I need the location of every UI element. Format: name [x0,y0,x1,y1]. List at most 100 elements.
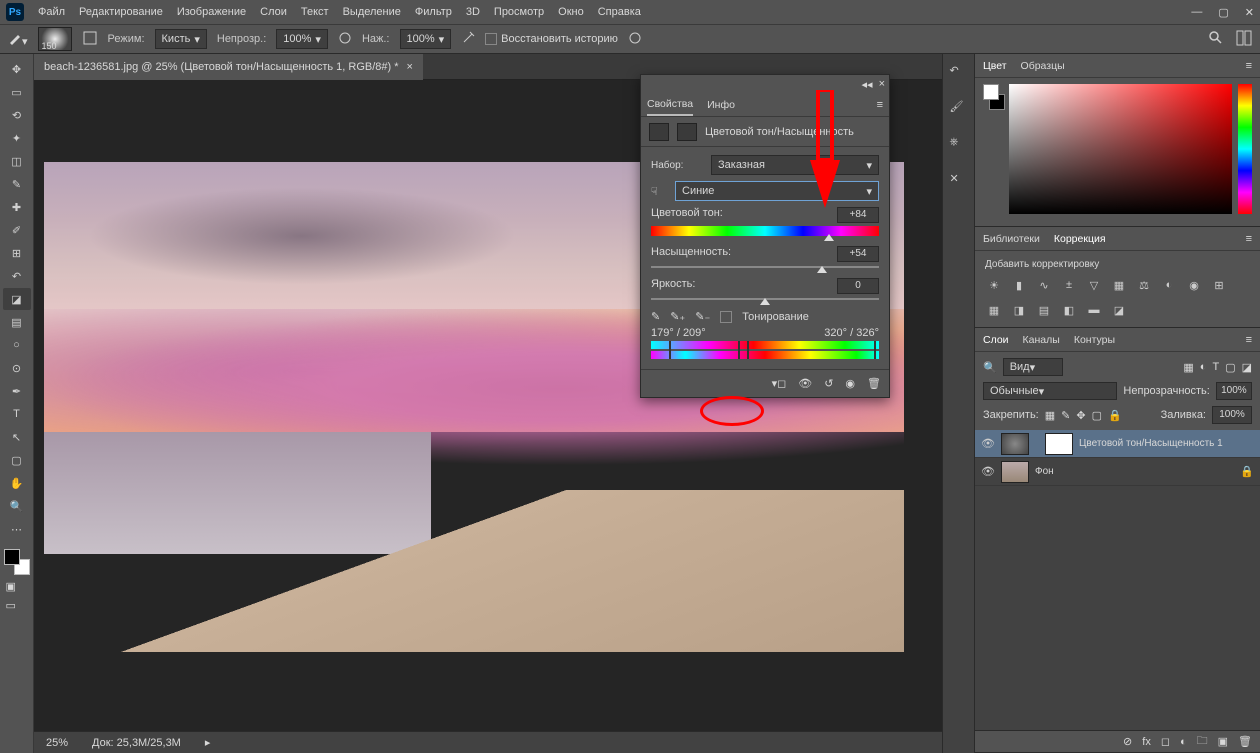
layer-opacity-field[interactable]: 100% [1216,382,1252,400]
filter-kind-select[interactable]: Вид ▾ [1003,358,1063,376]
sat-value[interactable]: +54 [837,246,879,262]
layer-name[interactable]: Цветовой тон/Насыщенность 1 [1079,438,1223,449]
exposure-icon[interactable]: ± [1060,276,1078,294]
color-field[interactable] [1009,84,1232,214]
tab-layers[interactable]: Слои [983,330,1009,350]
type-tool[interactable]: T [3,403,31,425]
blend-mode-select[interactable]: Обычные ▾ [983,382,1117,400]
panel-menu-icon[interactable]: ≡ [877,99,883,111]
clip-to-layer-icon[interactable]: ▾◻ [772,377,787,390]
foreground-background-colors[interactable] [4,549,30,575]
tab-paths[interactable]: Контуры [1074,330,1115,350]
lock-pixels-icon[interactable]: ✎ [1061,409,1070,422]
pen-tool[interactable]: ✒ [3,380,31,402]
search-icon[interactable] [1208,30,1224,49]
flow-field[interactable]: 100%▾ [400,29,452,49]
move-tool[interactable]: ✥ [3,58,31,80]
panel-menu-icon[interactable]: ≡ [1246,60,1252,72]
eyedropper-icon[interactable]: ✎ [651,310,660,323]
vibrance-icon[interactable]: ▽ [1085,276,1103,294]
screenmode-icon[interactable]: ▭ [6,599,28,613]
posterize-icon[interactable]: ▤ [1035,301,1053,319]
airbrush-icon[interactable] [461,31,475,48]
photo-filter-icon[interactable]: ◉ [1185,276,1203,294]
lock-artboard-icon[interactable]: ▢ [1092,409,1102,422]
pressure-opacity-icon[interactable] [338,31,352,48]
eyedropper-sub-icon[interactable]: ✎₋ [695,310,710,323]
menu-help[interactable]: Справка [598,6,641,18]
channel-mixer-icon[interactable]: ⊞ [1210,276,1228,294]
filter-kind-icon[interactable]: 🔍 [983,361,997,374]
eyedropper-add-icon[interactable]: ✎₊ [670,310,685,323]
tool-preset-icon[interactable]: ▾ [8,31,28,48]
threshold-icon[interactable]: ◧ [1060,301,1078,319]
brush-tool[interactable]: ✐ [3,219,31,241]
tab-channels[interactable]: Каналы [1023,330,1060,350]
lock-position-icon[interactable]: ✥ [1076,409,1085,422]
history-brush-tool[interactable]: ↶ [3,265,31,287]
tab-swatches[interactable]: Образцы [1021,56,1065,76]
tab-libraries[interactable]: Библиотеки [983,229,1040,249]
docsize-readout[interactable]: Док: 25,3M/25,3M [92,737,181,749]
layer-effects-icon[interactable]: fx [1142,736,1151,748]
targeted-adjust-icon[interactable]: ☟ [651,185,669,198]
brushes-panel-icon[interactable]: 🖌 [950,100,968,118]
reset-icon[interactable]: ↺ [824,377,833,390]
preset-select[interactable]: Заказная▾ [711,155,879,175]
menu-file[interactable]: Файл [38,6,65,18]
curves-icon[interactable]: ∿ [1035,276,1053,294]
toggle-visibility-icon[interactable]: ◉ [845,377,855,390]
layer-thumb[interactable] [1001,461,1029,483]
document-tab[interactable]: beach-1236581.jpg @ 25% (Цветовой тон/На… [34,54,423,80]
restore-history-checkbox[interactable]: Восстановить историю [485,33,618,45]
visibility-icon[interactable]: 👁 [981,437,995,450]
eyedropper-tool[interactable]: ✎ [3,173,31,195]
eraser-tool[interactable]: ◪ [3,288,31,310]
bw-icon[interactable]: ◐ [1160,276,1178,294]
layer-name[interactable]: Фон [1035,466,1054,477]
color-range-slider[interactable] [651,341,879,361]
layer-thumb[interactable] [1001,433,1029,455]
hand-tool[interactable]: ✋ [3,472,31,494]
close-icon[interactable]: ✕ [1245,6,1254,19]
brush-settings-icon[interactable]: ⎈ [950,136,968,154]
clone-stamp-tool[interactable]: ⊞ [3,242,31,264]
color-lookup-icon[interactable]: ▦ [985,301,1003,319]
crop-tool[interactable]: ◫ [3,150,31,172]
tab-adjustments[interactable]: Коррекция [1054,229,1106,249]
lock-all-icon[interactable]: 🔒 [1108,409,1122,422]
fill-field[interactable]: 100% [1212,406,1252,424]
panel-menu-icon[interactable]: ≡ [1246,334,1252,346]
marquee-tool[interactable]: ▭ [3,81,31,103]
mask-type-icon[interactable] [677,123,697,141]
quickmask-icon[interactable]: ▣ [6,580,28,594]
menu-window[interactable]: Окно [558,6,584,18]
zoom-readout[interactable]: 25% [46,737,68,749]
delete-adjustment-icon[interactable]: 🗑 [867,377,881,390]
sat-slider[interactable] [651,266,879,268]
light-value[interactable]: 0 [837,278,879,294]
hue-slider[interactable] [651,226,879,236]
menu-3d[interactable]: 3D [466,6,480,18]
menu-text[interactable]: Текст [301,6,329,18]
filter-type-icon[interactable]: T [1212,361,1219,373]
brush-preset-picker[interactable] [38,27,72,51]
tab-properties[interactable]: Свойства [647,94,693,116]
view-previous-icon[interactable]: 👁 [798,377,812,390]
hue-value[interactable]: +84 [837,207,879,223]
light-slider[interactable] [651,298,879,300]
layer-row-hue-sat[interactable]: 👁 Цветовой тон/Насыщенность 1 [975,430,1260,458]
blur-tool[interactable]: ○ [3,334,31,356]
dodge-tool[interactable]: ⊙ [3,357,31,379]
panel-menu-icon[interactable]: ≡ [1246,233,1252,245]
filter-pixel-icon[interactable]: ▦ [1183,361,1193,374]
close-tab-icon[interactable]: × [407,61,413,73]
color-fg-bg[interactable] [983,84,1003,220]
layer-mask-thumb[interactable] [1045,433,1073,455]
minimize-icon[interactable]: — [1191,6,1202,19]
collapse-panel-icon[interactable]: ◂◂ [862,78,873,91]
levels-icon[interactable]: ▮ [1010,276,1028,294]
menu-view[interactable]: Просмотр [494,6,544,18]
new-adjustment-icon[interactable]: ◐ [1180,736,1187,748]
filter-smart-icon[interactable]: ◪ [1242,361,1252,374]
